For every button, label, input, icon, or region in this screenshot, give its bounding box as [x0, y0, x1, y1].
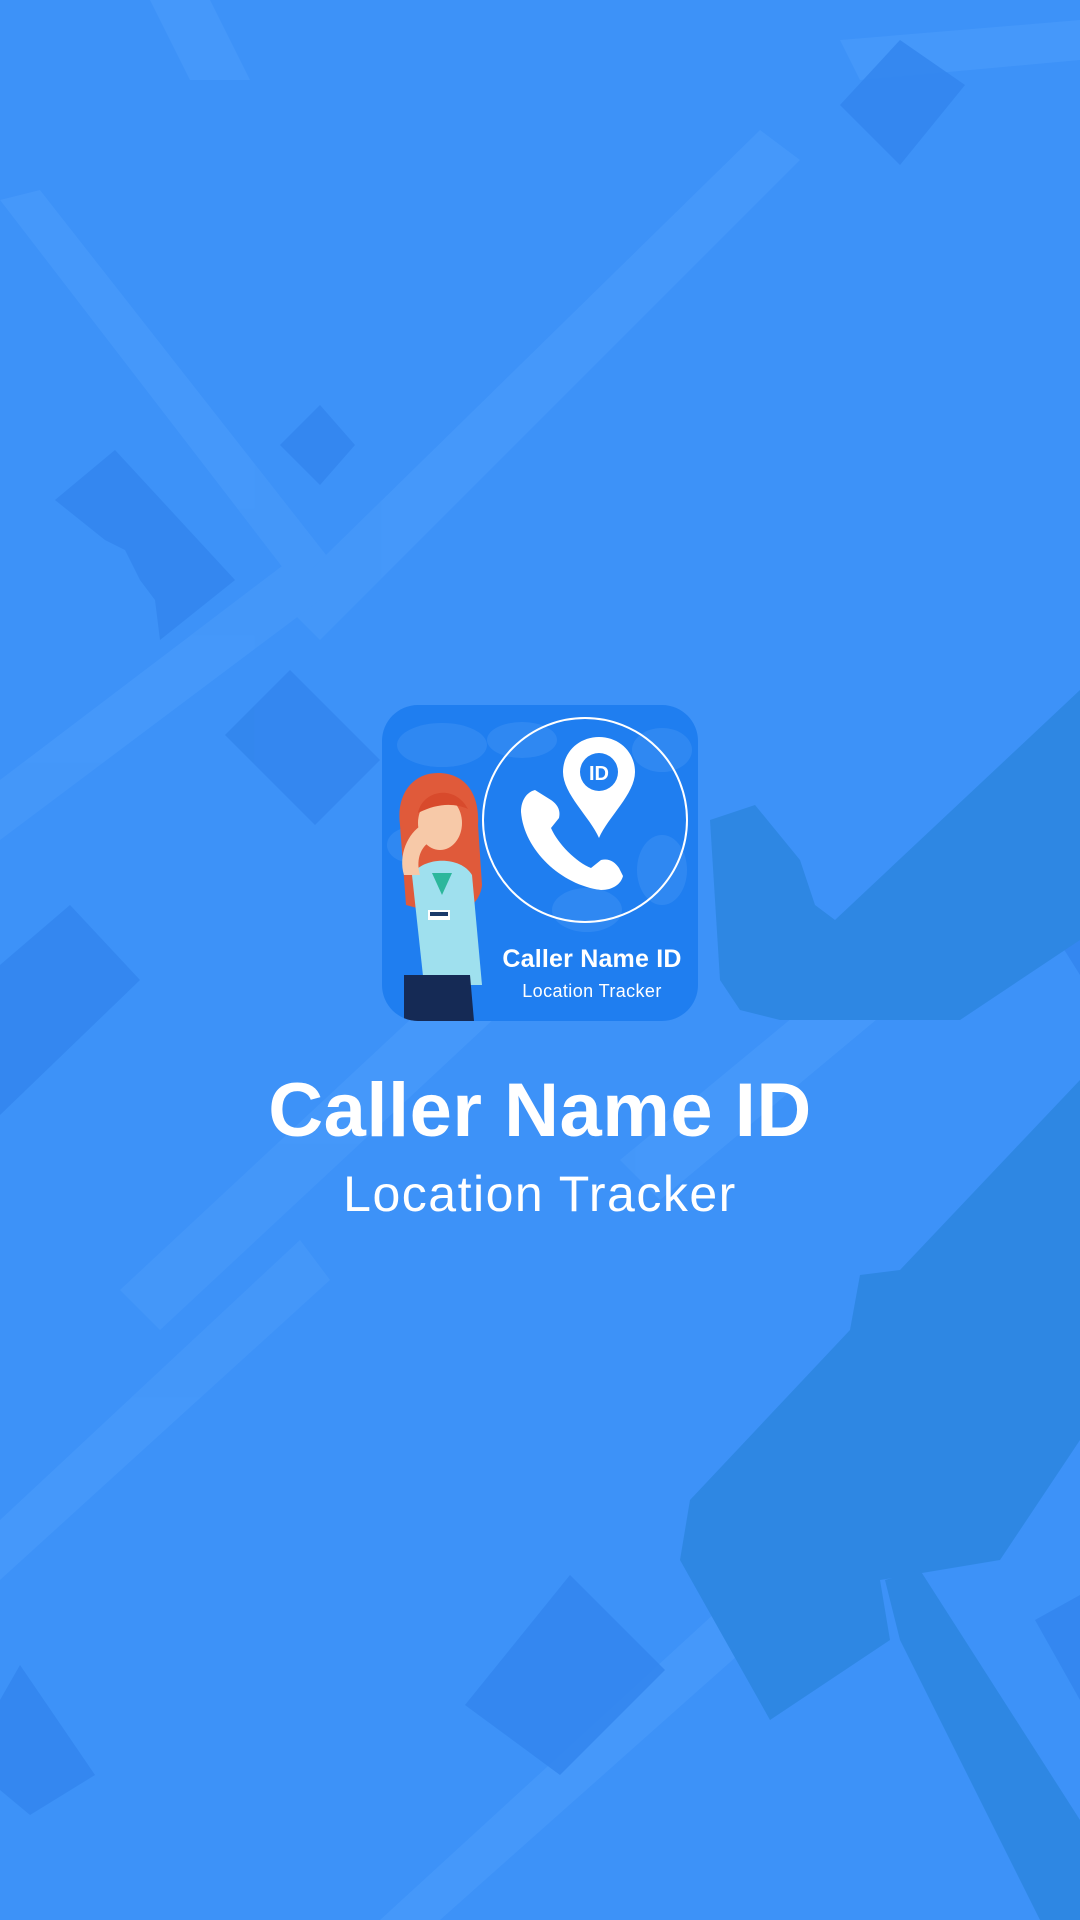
- pin-badge-text: ID: [589, 763, 609, 785]
- app-name-title: Caller Name ID: [268, 1068, 812, 1153]
- app-tagline: Location Tracker: [343, 1166, 737, 1222]
- icon-title: Caller Name ID: [502, 945, 682, 973]
- app-icon: ID Caller Name ID Location Tracker: [382, 705, 698, 1021]
- woman-illustration: [399, 773, 482, 1021]
- icon-subtitle: Location Tracker: [522, 981, 662, 1001]
